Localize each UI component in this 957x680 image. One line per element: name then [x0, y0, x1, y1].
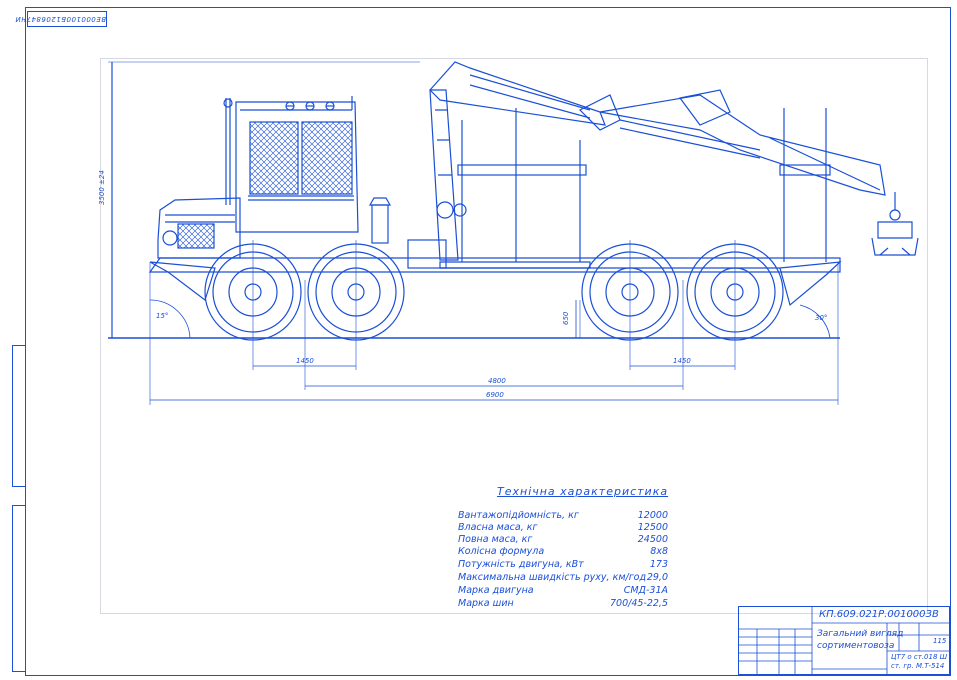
rear-bumper — [779, 261, 842, 307]
dim-axle-rear-text: 1450 — [673, 357, 691, 365]
spec-row: Марка шин 700/45-22,5 — [458, 598, 668, 609]
org-line2: ст. гр. М.Т-514 — [891, 662, 945, 670]
headlight — [162, 230, 178, 246]
title-block: КП.609.021Р.001000ЗВ Загальний вигляд со… — [738, 606, 950, 675]
dim-base-text: 4800 — [488, 377, 506, 385]
cabin-window-right — [301, 121, 353, 195]
grapple — [871, 192, 919, 256]
spec-row: Максимальна швидкість руху, км/год 29,0 — [458, 572, 668, 583]
dim-height-text: 3500 ±24 — [98, 170, 106, 205]
cabin-window-left — [249, 121, 299, 195]
dim-overall-text: 6900 — [486, 391, 504, 399]
drawing-title-line2: сортиментовоза — [817, 641, 895, 651]
org-line1: ЦТ7 о ст.018 Ш — [891, 653, 948, 661]
drawing-code: КП.609.021Р.001000ЗВ — [819, 609, 939, 620]
drawing-title-line1: Загальний вигляд — [817, 629, 904, 639]
specs-title: Технічна характеристика — [497, 485, 669, 498]
spec-row: Марка двигуна СМД-31А — [458, 585, 668, 596]
chassis-frame — [148, 257, 841, 273]
spec-row: Потужність двигуна, кВт 173 — [458, 559, 668, 570]
exhaust-pipe — [371, 204, 389, 244]
radiator-grille — [177, 223, 215, 249]
angle-front-text: 15° — [156, 312, 168, 320]
crane-boom — [429, 61, 606, 126]
dim-axle-front-text: 1450 — [296, 357, 314, 365]
roof-lights — [285, 101, 335, 111]
sheet-number: 115 — [933, 637, 947, 645]
dim-clearance-text: 650 — [562, 311, 570, 325]
angle-rear-text: 30° — [815, 314, 827, 322]
spec-row: Колісна формула 8х8 — [458, 546, 668, 557]
crane-extension — [599, 94, 886, 196]
